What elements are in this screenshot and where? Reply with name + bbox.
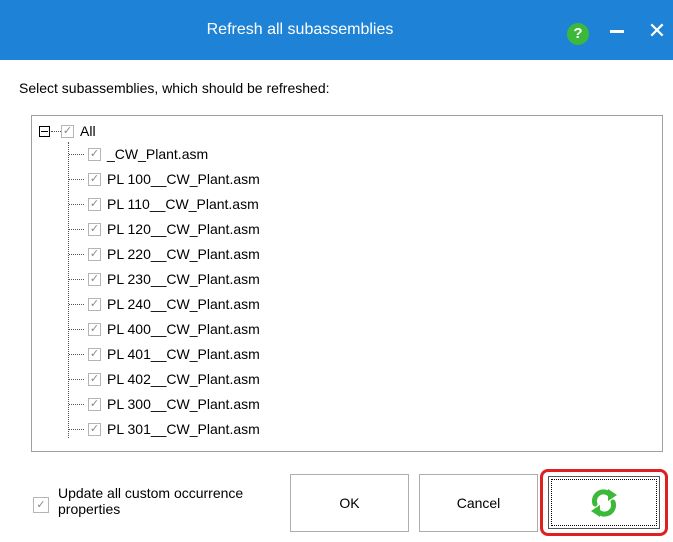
tree-connector — [69, 279, 84, 280]
tree-item[interactable]: ✓ PL 300__CW_Plant.asm — [88, 393, 260, 415]
checkbox-checked-icon[interactable]: ✓ — [33, 497, 49, 513]
checkbox-checked-icon[interactable]: ✓ — [88, 372, 101, 386]
subassembly-tree[interactable]: ✓ All ✓ _CW_Plant.asm ✓ PL 100__CW_Plant.as… — [31, 115, 663, 452]
cancel-button[interactable]: Cancel — [419, 474, 538, 532]
tree-item[interactable]: ✓ PL 400__CW_Plant.asm — [88, 318, 260, 340]
tree-item-label: PL 100__CW_Plant.asm — [107, 171, 260, 187]
checkbox-checked-icon[interactable]: ✓ — [88, 397, 101, 411]
update-custom-option[interactable]: ✓ Update all custom occurrence propertie… — [33, 485, 288, 517]
tree-item-label: PL 401__CW_Plant.asm — [107, 346, 260, 362]
tree-item-label: PL 110__CW_Plant.asm — [107, 196, 259, 212]
checkbox-checked-icon[interactable]: ✓ — [88, 272, 101, 286]
refresh-button[interactable] — [548, 476, 660, 529]
tree-item-label: PL 220__CW_Plant.asm — [107, 246, 260, 262]
tree-item[interactable]: ✓ PL 100__CW_Plant.asm — [88, 168, 260, 190]
tree-item[interactable]: ✓ PL 220__CW_Plant.asm — [88, 243, 260, 265]
minimize-button[interactable] — [610, 30, 624, 33]
tree-root-label: All — [80, 123, 96, 139]
checkbox-checked-icon[interactable]: ✓ — [88, 347, 101, 361]
tree-connector — [69, 379, 84, 380]
checkbox-checked-icon[interactable]: ✓ — [88, 222, 101, 236]
tree-connector — [69, 304, 84, 305]
checkbox-checked-icon[interactable]: ✓ — [88, 172, 101, 186]
close-button[interactable]: ✕ — [645, 16, 669, 46]
tree-item-label: PL 230__CW_Plant.asm — [107, 271, 260, 287]
checkbox-checked-icon[interactable]: ✓ — [88, 422, 101, 436]
update-custom-label: Update all custom occurrence properties — [58, 485, 244, 517]
tree-item[interactable]: ✓ PL 402__CW_Plant.asm — [88, 368, 260, 390]
tree-item[interactable]: ✓ PL 301__CW_Plant.asm — [88, 418, 260, 440]
tree-item[interactable]: ✓ PL 230__CW_Plant.asm — [88, 268, 260, 290]
help-icon[interactable]: ? — [567, 23, 589, 45]
title-bar: Refresh all subassemblies ? ✕ — [0, 0, 673, 60]
tree-item-label: _CW_Plant.asm — [107, 146, 209, 162]
tree-item-label: PL 300__CW_Plant.asm — [107, 396, 260, 412]
tree-item-label: PL 240__CW_Plant.asm — [107, 296, 260, 312]
tree-connector — [69, 254, 84, 255]
tree-item-label: PL 120__CW_Plant.asm — [107, 221, 260, 237]
checkbox-checked-icon[interactable]: ✓ — [88, 322, 101, 336]
tree-connector — [51, 131, 61, 132]
tree-connector — [68, 142, 69, 438]
tree-connector — [69, 179, 84, 180]
tree-item-label: PL 301__CW_Plant.asm — [107, 421, 260, 437]
tree-connector — [69, 204, 84, 205]
window-title: Refresh all subassemblies — [206, 21, 394, 38]
tree-root-row[interactable]: ✓ All — [61, 120, 96, 142]
tree-item[interactable]: ✓ PL 110__CW_Plant.asm — [88, 193, 259, 215]
tree-item[interactable]: ✓ PL 120__CW_Plant.asm — [88, 218, 260, 240]
checkbox-checked-icon[interactable]: ✓ — [88, 247, 101, 261]
tree-connector — [69, 154, 84, 155]
tree-connector — [69, 429, 84, 430]
focus-rect — [551, 479, 657, 526]
collapse-toggle[interactable] — [39, 126, 50, 137]
tree-connector — [69, 354, 84, 355]
instruction-text: Select subassemblies, which should be re… — [19, 80, 330, 96]
tree-connector — [69, 404, 84, 405]
checkbox-checked-icon[interactable]: ✓ — [88, 147, 101, 161]
tree-item[interactable]: ✓ PL 240__CW_Plant.asm — [88, 293, 260, 315]
tree-item-label: PL 402__CW_Plant.asm — [107, 371, 260, 387]
checkbox-checked-icon[interactable]: ✓ — [88, 197, 101, 211]
checkbox-checked-icon[interactable]: ✓ — [61, 124, 74, 138]
ok-button[interactable]: OK — [290, 474, 409, 532]
tree-item[interactable]: ✓ PL 401__CW_Plant.asm — [88, 343, 260, 365]
checkbox-checked-icon[interactable]: ✓ — [88, 297, 101, 311]
tree-item-label: PL 400__CW_Plant.asm — [107, 321, 260, 337]
tree-item[interactable]: ✓ _CW_Plant.asm — [88, 143, 208, 165]
tree-connector — [69, 229, 84, 230]
tree-connector — [69, 329, 84, 330]
